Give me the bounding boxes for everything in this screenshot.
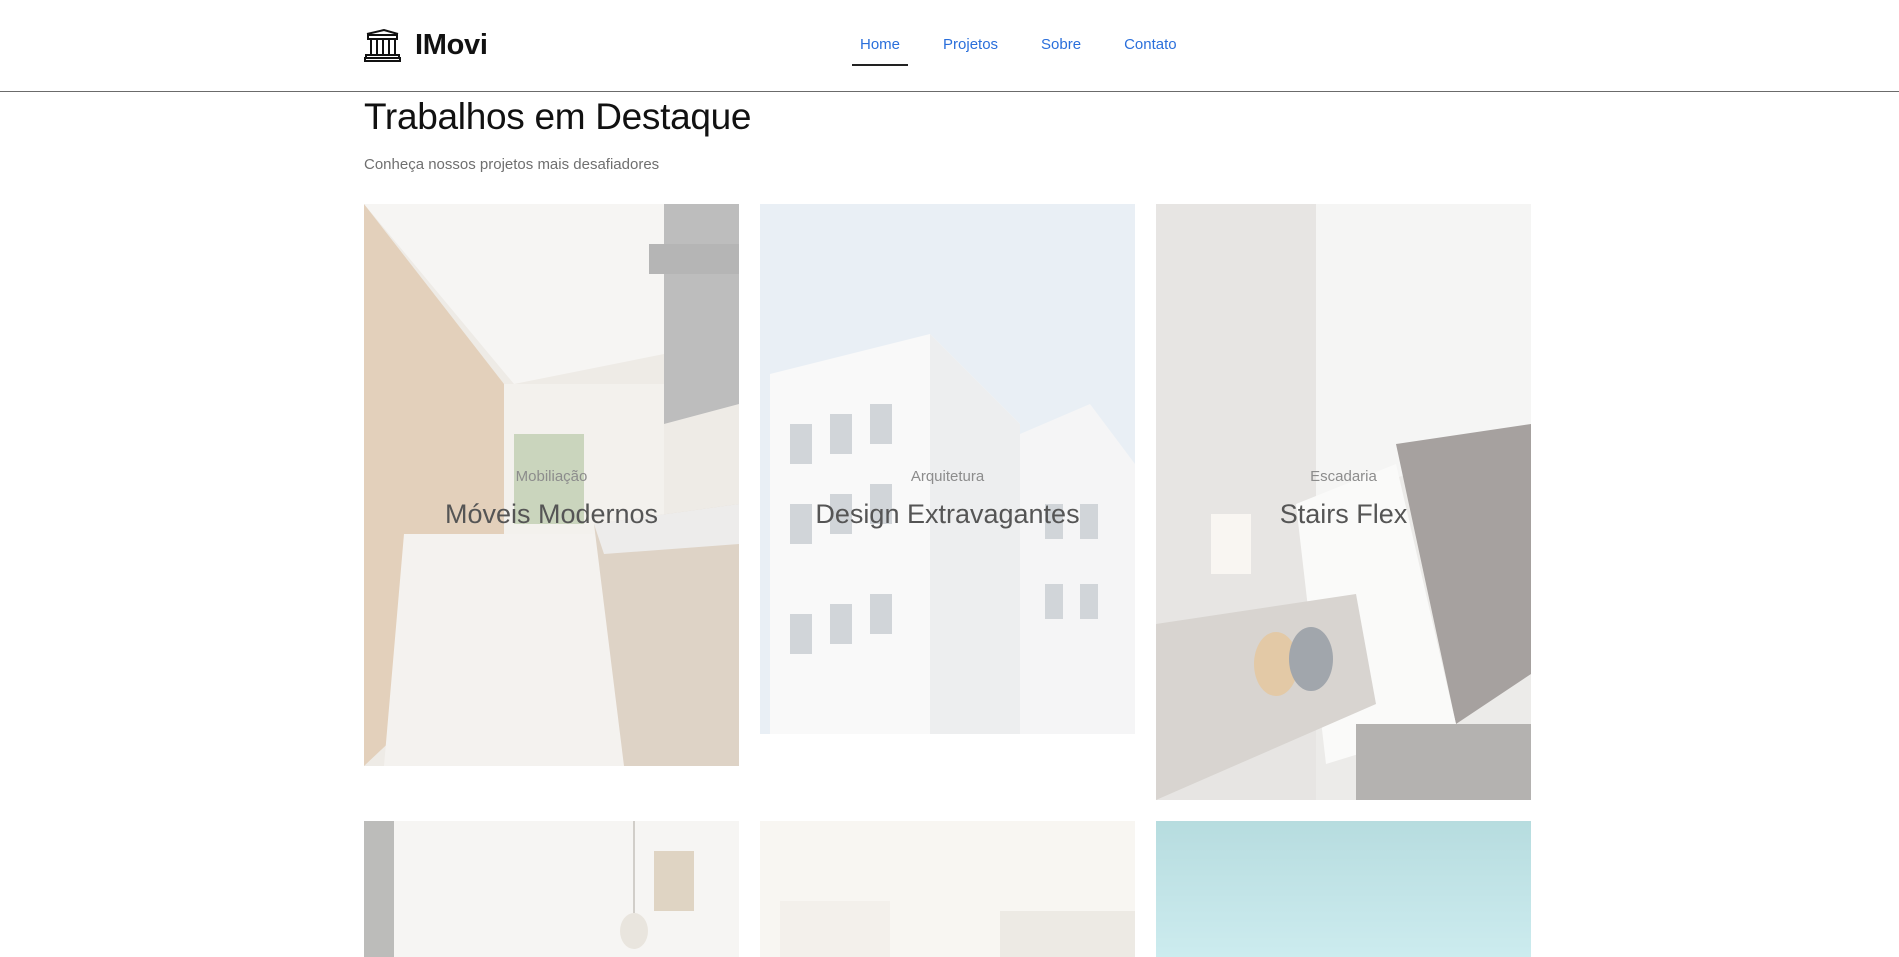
project-card-design-extravagantes[interactable]: Arquitetura Design Extravagantes	[760, 204, 1135, 734]
nav-projetos[interactable]: Projetos	[935, 24, 1006, 66]
card-caption: Arquitetura Design Extravagantes	[760, 468, 1135, 530]
project-card-row2-2[interactable]	[760, 821, 1135, 957]
card-title: Móveis Modernos	[444, 499, 659, 529]
project-card-row2-3[interactable]	[1156, 821, 1531, 957]
project-card-stairs-flex[interactable]: Escadaria Stairs Flex	[1156, 204, 1531, 800]
card-title: Stairs Flex	[1279, 499, 1408, 529]
card-caption: Escadaria Stairs Flex	[1156, 468, 1531, 530]
page-title: Trabalhos em Destaque	[364, 96, 752, 137]
page-subtitle: Conheça nossos projetos mais desafiadore…	[364, 156, 660, 173]
card-category: Arquitetura	[910, 468, 985, 485]
project-card-row2-1[interactable]	[364, 821, 739, 957]
nav-contato[interactable]: Contato	[1116, 24, 1185, 66]
main-nav: Home Projetos Sobre Contato	[852, 24, 1212, 66]
brand-logo[interactable]: IMovi	[364, 28, 488, 62]
card-title: Design Extravagantes	[815, 499, 1080, 529]
nav-home[interactable]: Home	[852, 24, 909, 66]
nav-sobre[interactable]: Sobre	[1033, 24, 1089, 66]
card-caption: Mobiliação Móveis Modernos	[364, 468, 739, 530]
card-category: Mobiliação	[515, 468, 588, 485]
project-card-moveis-modernos[interactable]: Mobiliação Móveis Modernos	[364, 204, 739, 766]
building-icon	[364, 28, 401, 62]
card-category: Escadaria	[1310, 468, 1377, 485]
site-header: IMovi Home Projetos Sobre Contato	[0, 0, 1899, 92]
brand-name: IMovi	[415, 28, 488, 61]
